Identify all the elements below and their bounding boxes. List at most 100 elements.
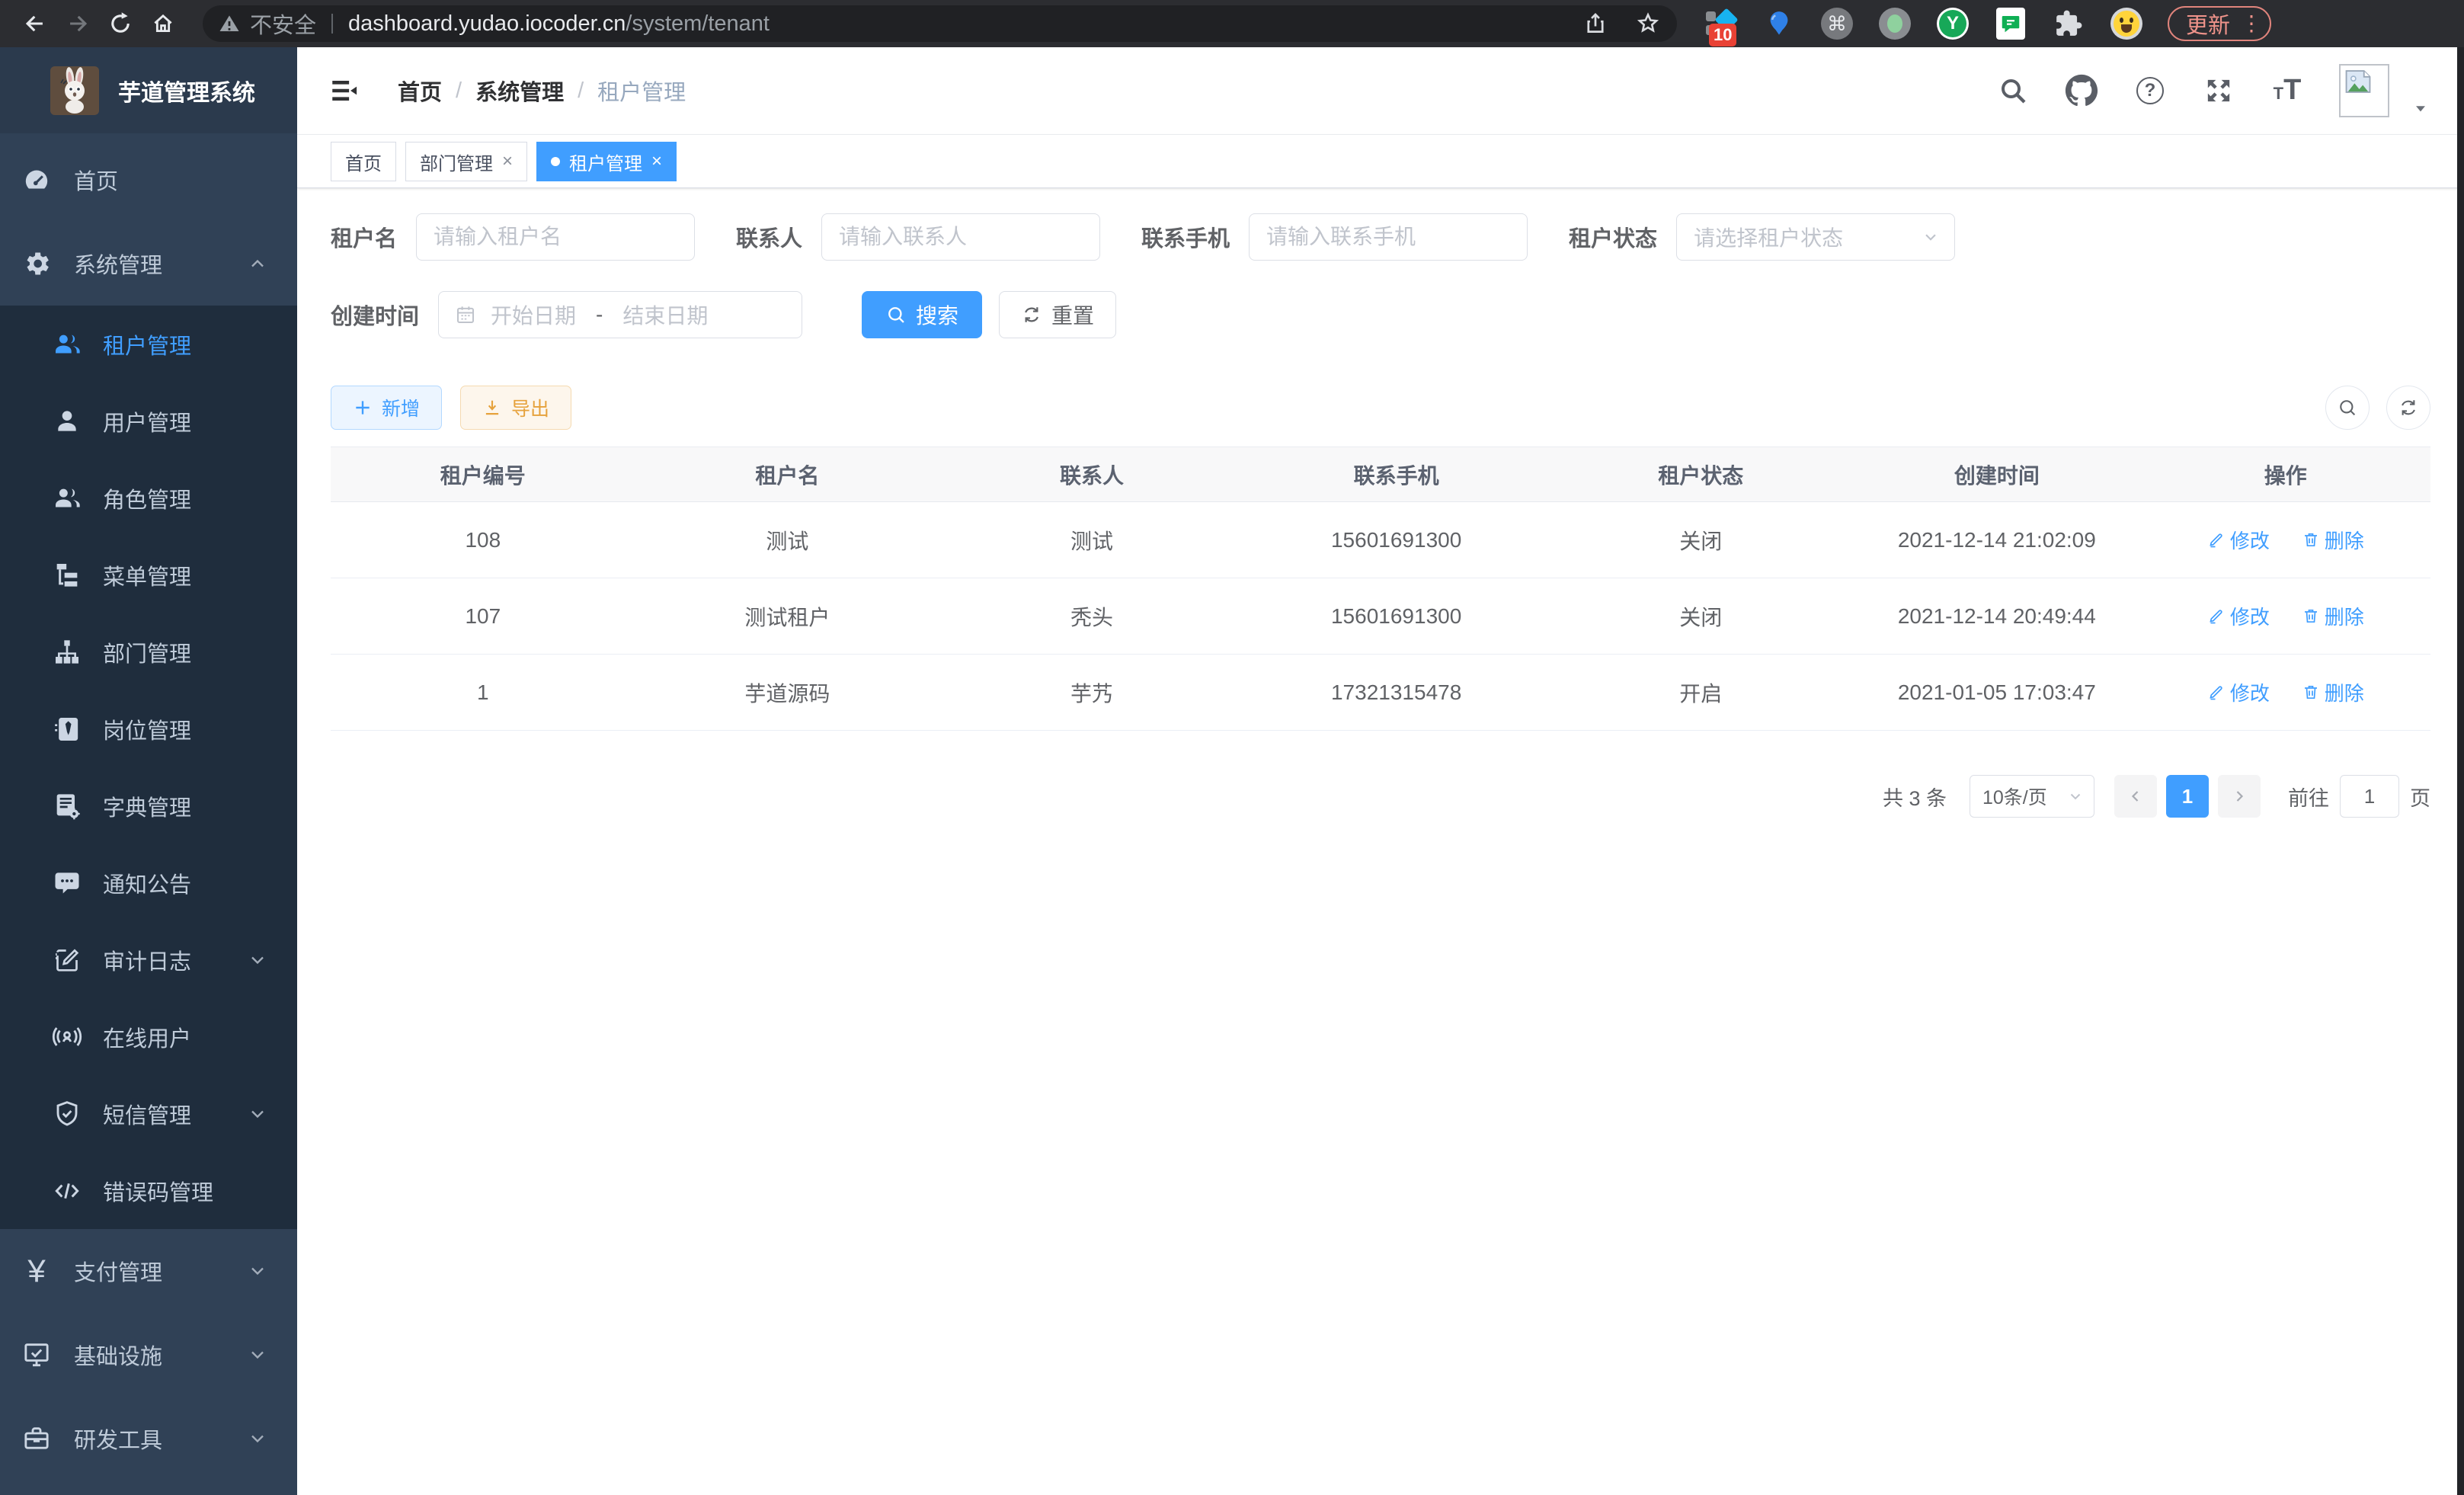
edit-link[interactable]: 修改 [2207, 678, 2270, 706]
edit-link[interactable]: 修改 [2207, 602, 2270, 630]
sidebar-item-sms[interactable]: 短信管理 [0, 1075, 297, 1152]
table-header-row: 租户编号 租户名 联系人 联系手机 租户状态 创建时间 操作 [331, 447, 2430, 502]
security-label: 不安全 [250, 8, 316, 40]
edit-link[interactable]: 修改 [2207, 526, 2270, 554]
status-select[interactable]: 请选择租户状态 [1676, 213, 1955, 261]
sidebar-item-label: 支付管理 [74, 1255, 162, 1287]
recorder-extension-icon[interactable] [1878, 7, 1912, 40]
export-button[interactable]: 导出 [460, 386, 571, 430]
page-number-1[interactable]: 1 [2166, 775, 2209, 818]
cell-status: 关闭 [1548, 502, 1853, 578]
sidebar-item-dev-tools[interactable]: 研发工具 [0, 1397, 297, 1481]
sidebar-item-label: 用户管理 [103, 405, 191, 437]
profile-avatar-icon[interactable] [2110, 7, 2143, 40]
tag-tenant[interactable]: 租户管理× [536, 142, 677, 181]
window-scrollbar[interactable] [2457, 47, 2464, 1495]
chat-extension-icon[interactable] [1994, 7, 2027, 40]
sidebar-toggle-button[interactable] [326, 72, 363, 109]
breadcrumb-system[interactable]: 系统管理 [475, 75, 564, 107]
browser-reload-button[interactable] [99, 2, 142, 45]
refresh-icon [1021, 304, 1042, 325]
app-logo-row[interactable]: 芋道管理系统 [0, 47, 297, 133]
chevron-down-icon [2066, 787, 2085, 805]
toggle-search-button[interactable] [2325, 386, 2370, 430]
bookmark-button[interactable] [1634, 10, 1662, 37]
command-extension-icon[interactable]: ⌘ [1820, 7, 1854, 40]
search-button[interactable]: 搜索 [862, 291, 982, 338]
sidebar-item-notice[interactable]: 通知公告 [0, 844, 297, 921]
docs-help-button[interactable]: ? [2133, 74, 2167, 107]
close-icon[interactable]: × [502, 151, 513, 172]
fullscreen-button[interactable] [2202, 74, 2235, 107]
monitor-icon [21, 1340, 52, 1370]
share-icon [1582, 11, 1608, 37]
github-icon [2065, 74, 2098, 107]
sidebar-item-dept[interactable]: 部门管理 [0, 613, 297, 690]
add-button[interactable]: 新增 [331, 386, 442, 430]
share-button[interactable] [1582, 11, 1608, 37]
download-icon [482, 398, 502, 418]
sidebar-item-payment[interactable]: ¥ 支付管理 [0, 1229, 297, 1313]
tree-table-icon [52, 560, 82, 591]
caret-down-icon[interactable] [2411, 98, 2430, 118]
font-size-button[interactable]: TT [2270, 74, 2304, 107]
browser-back-button[interactable] [14, 2, 56, 45]
date-range-picker[interactable]: 开始日期 - 结束日期 [438, 291, 802, 338]
col-created: 创建时间 [1853, 447, 2141, 502]
col-contact: 联系人 [939, 447, 1244, 502]
page-unit-label: 页 [2410, 782, 2430, 812]
goto-page-input[interactable] [2340, 775, 2399, 818]
extensions-puzzle-icon[interactable] [2052, 7, 2085, 40]
close-icon[interactable]: × [651, 151, 662, 172]
contact-input[interactable] [821, 213, 1100, 261]
delete-label: 删除 [2325, 678, 2364, 706]
tenant-name-input[interactable] [416, 213, 695, 261]
search-button-label: 搜索 [916, 299, 958, 330]
refresh-table-button[interactable] [2386, 386, 2430, 430]
prev-page-button[interactable] [2114, 775, 2157, 818]
sidebar-item-menu[interactable]: 菜单管理 [0, 536, 297, 613]
github-link-button[interactable] [2065, 74, 2098, 107]
next-page-button[interactable] [2218, 775, 2261, 818]
sidebar-item-label: 错误码管理 [103, 1175, 213, 1207]
tag-dept[interactable]: 部门管理× [405, 142, 527, 181]
sidebar-item-user[interactable]: 用户管理 [0, 383, 297, 459]
breadcrumb-home[interactable]: 首页 [398, 75, 442, 107]
browser-home-button[interactable] [142, 2, 184, 45]
sidebar-item-home[interactable]: 首页 [0, 138, 297, 222]
search-icon [885, 304, 907, 325]
sidebar-item-error-code[interactable]: 错误码管理 [0, 1152, 297, 1229]
sidebar-item-post[interactable]: 岗位管理 [0, 690, 297, 767]
org-tree-icon [52, 637, 82, 667]
address-bar[interactable]: 不安全 dashboard.yudao.iocoder.cn/system/te… [203, 5, 1677, 42]
reset-button[interactable]: 重置 [999, 291, 1116, 338]
pagination-total: 共 3 条 [1883, 782, 1947, 812]
cell-tenant-name: 测试 [635, 502, 940, 578]
sidebar-item-role[interactable]: 角色管理 [0, 459, 297, 536]
browser-update-button[interactable]: 更新 ⋮ [2168, 6, 2271, 41]
balloon-extension-icon[interactable] [1762, 7, 1796, 40]
sidebar-item-system[interactable]: 系统管理 [0, 222, 297, 306]
user-avatar[interactable] [2339, 64, 2389, 117]
browser-forward-button[interactable] [56, 2, 99, 45]
delete-link[interactable]: 删除 [2302, 602, 2364, 630]
delete-link[interactable]: 删除 [2302, 526, 2364, 554]
sidebar-item-dict[interactable]: 字典管理 [0, 767, 297, 844]
chevron-down-icon [247, 1344, 268, 1365]
sidebar-item-online-users[interactable]: 在线用户 [0, 998, 297, 1075]
bookmarks-extension-icon[interactable]: 10 [1704, 7, 1738, 40]
sidebar-item-tenant[interactable]: 租户管理 [0, 306, 297, 383]
header-search-button[interactable] [1996, 74, 2030, 107]
browser-menu-icon[interactable]: ⋮ [2241, 13, 2262, 34]
sidebar-item-infrastructure[interactable]: 基础设施 [0, 1313, 297, 1397]
tag-home[interactable]: 首页 [331, 142, 396, 181]
status-label: 租户状态 [1569, 221, 1657, 253]
delete-link[interactable]: 删除 [2302, 678, 2364, 706]
sidebar-item-audit-log[interactable]: 审计日志 [0, 921, 297, 998]
sidebar-item-label: 研发工具 [74, 1423, 162, 1455]
cell-tenant-name: 测试租户 [635, 578, 940, 655]
phone-input[interactable] [1249, 213, 1528, 261]
y-extension-icon[interactable]: Y [1936, 7, 1970, 40]
page-size-select[interactable]: 10条/页 [1970, 775, 2094, 818]
site-security-info[interactable]: 不安全 [218, 8, 348, 40]
